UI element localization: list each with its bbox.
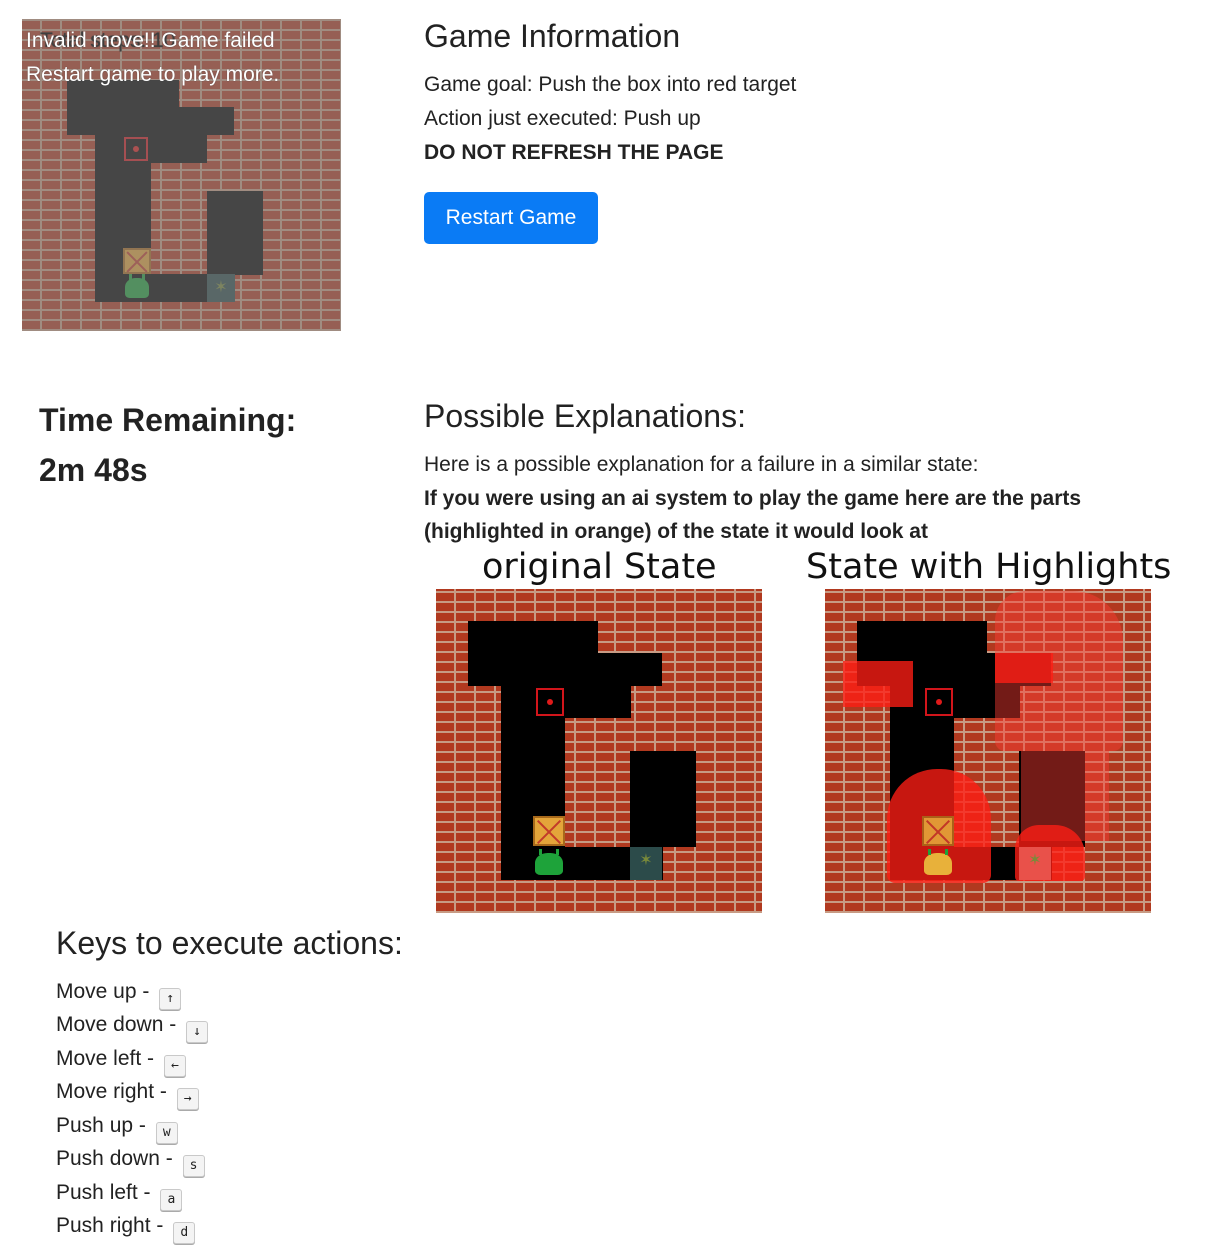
floor-tile <box>468 653 662 686</box>
target-icon <box>536 688 564 716</box>
key-hint-move-left: Move left - ← <box>56 1047 186 1077</box>
enemy-icon <box>1019 847 1051 880</box>
right-arrow-key: → <box>176 1088 199 1110</box>
game-status: Total steps: 10 Invalid move!! Game fail… <box>26 24 279 92</box>
down-arrow-key: ↓ <box>186 1021 209 1043</box>
key-hint-move-right: Move right - → <box>56 1080 199 1110</box>
game-goal: Game goal: Push the box into red target <box>424 73 797 96</box>
restart-game-button[interactable]: Restart Game <box>424 192 598 244</box>
d-key: d <box>173 1222 196 1244</box>
floor-tile <box>468 621 598 653</box>
floor-tile <box>857 621 987 653</box>
key-hint-push-down: Push down - s <box>56 1147 205 1177</box>
highlight-state-image <box>825 589 1151 913</box>
timer-label: Time Remaining: <box>39 402 297 438</box>
key-hint-push-left: Push left - a <box>56 1181 183 1211</box>
player-icon <box>535 849 563 875</box>
explanation-intro: Here is a possible explanation for a fai… <box>424 453 979 476</box>
key-hint-label: Push up - <box>56 1114 146 1137</box>
key-hint-push-up: Push up - w <box>56 1114 178 1144</box>
last-action: Action just executed: Push up <box>424 107 701 130</box>
highlight-region <box>843 661 913 707</box>
box-icon <box>922 816 954 846</box>
key-hint-label: Move right - <box>56 1080 167 1103</box>
key-hint-label: Push down - <box>56 1147 173 1170</box>
key-hint-move-down: Move down - ↓ <box>56 1013 209 1043</box>
player-icon <box>924 849 952 875</box>
floor-tile <box>630 751 696 847</box>
box-icon <box>533 816 565 846</box>
explanations-title: Possible Explanations: <box>424 398 746 434</box>
left-arrow-key: ← <box>163 1055 186 1077</box>
status-line: Invalid move!! Game failed <box>26 29 275 52</box>
up-arrow-key: ↑ <box>159 988 182 1010</box>
highlight-region <box>995 653 1053 683</box>
key-hint-label: Push right - <box>56 1214 164 1237</box>
key-hint-label: Move up - <box>56 980 150 1003</box>
key-hint-move-up: Move up - ↑ <box>56 980 182 1010</box>
original-state-caption: original State <box>482 547 717 587</box>
timer-value: 2m 48s <box>39 452 148 488</box>
s-key: s <box>182 1155 205 1177</box>
key-hint-push-right: Push right - d <box>56 1214 196 1244</box>
target-icon <box>925 688 953 716</box>
keys-title: Keys to execute actions: <box>56 925 403 961</box>
game-board[interactable]: Total steps: 10 Invalid move!! Game fail… <box>22 19 341 331</box>
key-hint-label: Push left - <box>56 1181 151 1204</box>
explanation-bold-line: If you were using an ai system to play t… <box>424 487 1082 510</box>
status-line: Restart game to play more. <box>26 63 280 86</box>
refresh-warning: DO NOT REFRESH THE PAGE <box>424 141 724 164</box>
explanation-bold-line: (highlighted in orange) of the state it … <box>424 520 928 543</box>
key-hint-label: Move left - <box>56 1047 155 1070</box>
info-title: Game Information <box>424 18 681 54</box>
floor-tile <box>501 686 631 718</box>
highlight-state-caption: State with Highlights <box>806 547 1172 587</box>
w-key: w <box>155 1122 178 1144</box>
a-key: a <box>160 1189 183 1211</box>
original-state-image <box>436 589 762 913</box>
enemy-icon <box>630 847 662 880</box>
key-hint-label: Move down - <box>56 1013 177 1036</box>
